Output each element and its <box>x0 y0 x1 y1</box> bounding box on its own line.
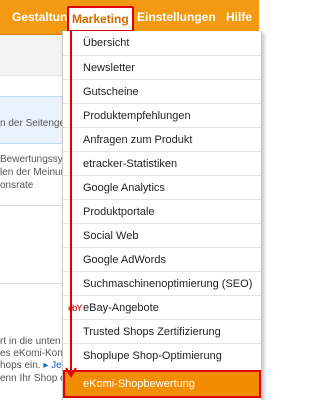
menu-item-shoplupe[interactable]: Shoplupe Shop-Optimierung <box>63 343 261 367</box>
ebay-icon: ebY <box>68 303 82 313</box>
menu-item-ekomi-shopbewertung[interactable]: eKomi-Shopbewertung <box>63 370 261 398</box>
background-text: rt in die unten <box>0 336 61 347</box>
background-text: onsrate <box>0 180 34 191</box>
nav-hilfe[interactable]: Hilfe <box>226 0 252 34</box>
menu-item-ebay-angebote[interactable]: ebY eBay-Angebote <box>63 295 261 319</box>
menu-item-newsletter[interactable]: Newsletter <box>63 55 261 79</box>
menu-item-anfragen-zum-produkt[interactable]: Anfragen zum Produkt <box>63 127 261 151</box>
marketing-dropdown-menu: Übersicht Newsletter Gutscheine Produkte… <box>62 31 262 400</box>
menu-item-uebersicht[interactable]: Übersicht <box>63 31 261 55</box>
background-text: hops ein. ▸ Jet <box>0 360 65 371</box>
menu-item-seo[interactable]: Suchmaschinenoptimierung (SEO) <box>63 271 261 295</box>
menu-item-produktportale[interactable]: Produktportale <box>63 199 261 223</box>
nav-gestaltung[interactable]: Gestaltung <box>12 0 75 34</box>
menu-item-google-adwords[interactable]: Google AdWords <box>63 247 261 271</box>
nav-einstellungen[interactable]: Einstellungen <box>137 0 216 34</box>
nav-marketing[interactable]: Marketing <box>67 6 134 32</box>
background-text: n der Seitenge <box>0 118 66 129</box>
menu-item-google-analytics[interactable]: Google Analytics <box>63 175 261 199</box>
background-text-part: hops ein. <box>0 360 44 371</box>
background-text: len der Meinun <box>0 167 67 178</box>
background-text: es eKomi-Kon <box>0 348 63 359</box>
menu-item-trusted-shops[interactable]: Trusted Shops Zertifizierung <box>63 319 261 343</box>
menu-item-gutscheine[interactable]: Gutscheine <box>63 79 261 103</box>
background-text: Bewertungssys <box>0 154 68 165</box>
menu-item-social-web[interactable]: Social Web <box>63 223 261 247</box>
background-text: enn Ihr Shop e <box>0 373 66 384</box>
menu-item-label: eBay-Angebote <box>83 302 159 314</box>
top-nav-bar: Gestaltung Marketing Einstellungen Hilfe <box>0 0 259 35</box>
menu-item-produktempfehlungen[interactable]: Produktempfehlungen <box>63 103 261 127</box>
menu-item-etracker-statistiken[interactable]: etracker-Statistiken <box>63 151 261 175</box>
